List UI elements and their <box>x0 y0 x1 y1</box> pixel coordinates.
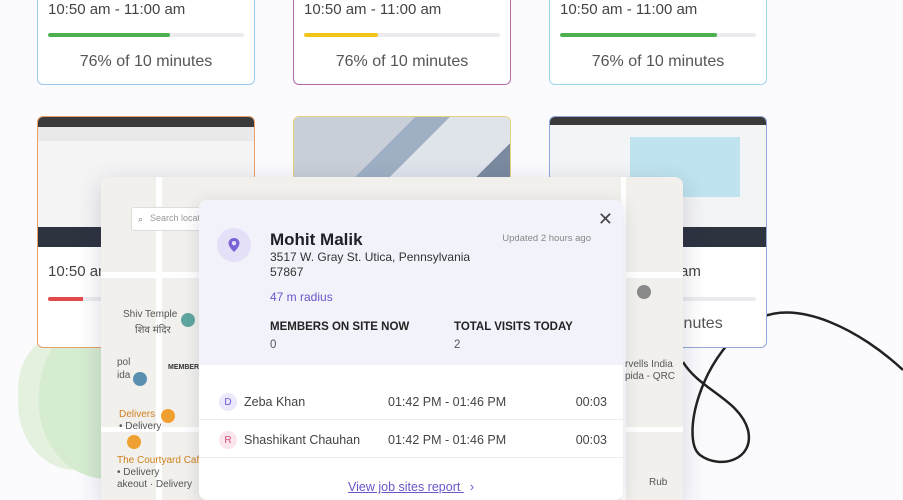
chevron-right-icon: › <box>469 480 474 494</box>
map-pin-icon[interactable] <box>127 435 141 449</box>
visit-row[interactable]: R Shashikant Chauhan 01:42 PM - 01:46 PM… <box>199 422 623 458</box>
map-label: ida <box>117 370 131 381</box>
close-icon[interactable]: ✕ <box>598 210 613 228</box>
map-label: • Delivery <box>117 467 160 478</box>
map-label: शिव मंदिर <box>135 325 171 336</box>
activity-percent: 76% of 10 minutes <box>335 53 469 70</box>
member-avatar: D <box>219 393 237 411</box>
view-report-link[interactable]: View job sites report › <box>199 480 623 494</box>
job-site-popup: Mohit Malik 3517 W. Gray St. Utica, Penn… <box>199 200 623 500</box>
map-pin-icon[interactable] <box>161 409 175 423</box>
activity-percent: 76% of 10 minutes <box>79 53 213 70</box>
search-icon: ⌕ <box>138 214 144 224</box>
activity-bar-fill <box>304 33 379 37</box>
visit-row[interactable]: D Zeba Khan 01:42 PM - 01:46 PM 00:03 <box>199 384 623 420</box>
map-label: • Delivery <box>119 421 162 432</box>
map-label: akeout · Delivery <box>117 479 193 490</box>
visit-duration: 00:03 <box>575 433 607 447</box>
map-label: Shiv Temple <box>123 309 178 320</box>
member-avatar: R <box>219 431 237 449</box>
location-pin-icon <box>217 228 251 262</box>
visit-time: 01:42 PM - 01:46 PM <box>388 395 507 409</box>
total-visits-label: TOTAL VISITS TODAY <box>454 321 573 333</box>
total-visits-value: 2 <box>454 339 461 351</box>
activity-card[interactable]: 10:50 am - 11:00 am 76% of 10 minutes <box>37 0 255 85</box>
member-name: Shashikant Chauhan <box>244 433 361 447</box>
visit-duration: 00:03 <box>575 395 607 409</box>
map-pin-icon[interactable] <box>133 372 147 386</box>
activity-bar <box>304 33 500 37</box>
member-name: Zeba Khan <box>244 395 306 409</box>
activity-bar <box>560 33 756 37</box>
site-radius: 47 m radius <box>270 290 333 304</box>
map-label: pol <box>117 357 131 368</box>
activity-card[interactable]: 10:50 am - 11:00 am 76% of 10 minutes <box>293 0 511 85</box>
activity-bar <box>48 33 244 37</box>
site-address: 3517 W. Gray St. Utica, Pennsylvania 578… <box>270 250 471 279</box>
updated-timestamp: Updated 2 hours ago <box>502 233 591 244</box>
time-range: 10:50 am - 11:00 am <box>560 1 698 18</box>
view-report-label: View job sites report <box>348 480 461 494</box>
map-label: Rub <box>649 477 668 488</box>
activity-percent: inutes <box>680 315 723 332</box>
members-on-site-label: MEMBERS ON SITE NOW <box>270 321 410 333</box>
map-label: rvells India <box>625 359 673 370</box>
activity-card[interactable]: 10:50 am - 11:00 am 76% of 10 minutes <box>549 0 767 85</box>
visit-time: 01:42 PM - 01:46 PM <box>388 433 507 447</box>
map-label: pida - QRC <box>625 371 676 382</box>
time-range: 10:50 am - 11:00 am <box>48 1 186 18</box>
site-owner-name: Mohit Malik <box>270 230 363 249</box>
map-pin-icon[interactable] <box>637 285 651 299</box>
time-range: 10:50 am - 11:00 am <box>304 1 442 18</box>
activity-bar-fill <box>48 33 170 37</box>
map-label: The Courtyard Cafe <box>117 455 205 466</box>
popup-header: Mohit Malik 3517 W. Gray St. Utica, Penn… <box>199 200 623 365</box>
map-pin-icon[interactable] <box>181 313 195 327</box>
activity-percent: 76% of 10 minutes <box>591 53 725 70</box>
activity-bar-fill <box>560 33 717 37</box>
activity-bar-fill <box>48 297 84 301</box>
members-on-site-value: 0 <box>270 339 277 351</box>
time-range: am <box>680 263 701 280</box>
map-label: Delivers <box>119 409 156 420</box>
